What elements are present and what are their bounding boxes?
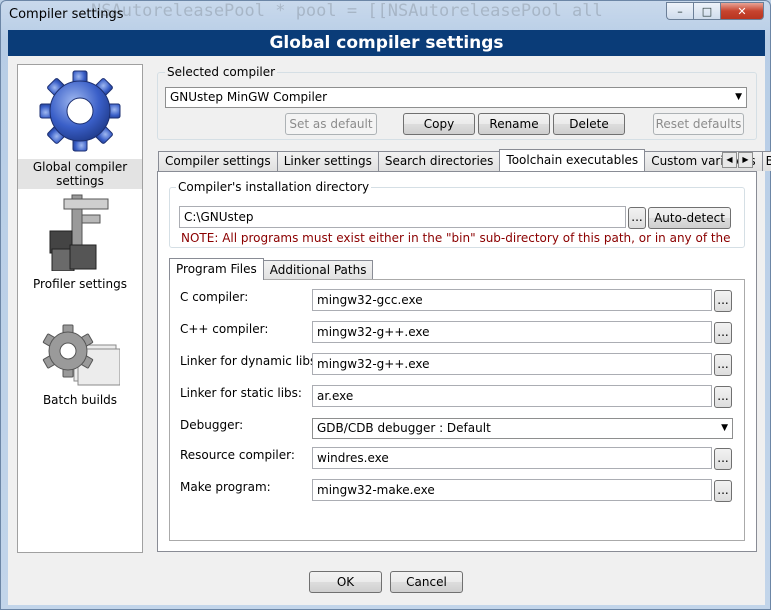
- caliper-icon: [49, 194, 109, 271]
- install-dir-browse-button[interactable]: ...: [628, 207, 646, 229]
- settings-tabs: Compiler settings Linker settings Search…: [158, 149, 771, 171]
- delete-button[interactable]: Delete: [553, 113, 625, 135]
- copy-button[interactable]: Copy: [403, 113, 475, 135]
- make-program-label: Make program:: [180, 480, 271, 494]
- sidebar-item-label: Global compiler settings: [18, 159, 142, 189]
- set-as-default-button[interactable]: Set as default: [285, 113, 377, 135]
- gear-icon: [39, 70, 121, 152]
- caption-buttons: – □ ✕: [666, 2, 764, 20]
- reset-defaults-button[interactable]: Reset defaults: [653, 113, 744, 135]
- make-program-browse-button[interactable]: ...: [714, 480, 732, 502]
- dynamic-linker-browse-button[interactable]: ...: [714, 354, 732, 376]
- compiler-settings-window: NSAutoreleasePool * pool = [[NSAutorelea…: [0, 0, 771, 610]
- static-linker-browse-button[interactable]: ...: [714, 386, 732, 408]
- compiler-select-value: GNUstep MinGW Compiler: [170, 90, 328, 104]
- auto-detect-button[interactable]: Auto-detect: [648, 207, 731, 229]
- c-compiler-input[interactable]: mingw32-gcc.exe: [312, 289, 712, 311]
- ok-button[interactable]: OK: [309, 571, 382, 593]
- tab-program-files[interactable]: Program Files: [169, 258, 264, 280]
- resource-compiler-browse-button[interactable]: ...: [714, 448, 732, 470]
- cpp-compiler-input[interactable]: mingw32-g++.exe: [312, 321, 712, 343]
- resource-compiler-label: Resource compiler:: [180, 448, 295, 462]
- title-bar[interactable]: NSAutoreleasePool * pool = [[NSAutorelea…: [1, 1, 770, 30]
- static-linker-input[interactable]: ar.exe: [312, 385, 712, 407]
- rename-button[interactable]: Rename: [478, 113, 550, 135]
- banner-title: Global compiler settings: [8, 30, 765, 56]
- sidebar-item-label: Batch builds: [42, 393, 118, 407]
- maximize-button[interactable]: □: [693, 2, 720, 20]
- background-code-text: NSAutoreleasePool * pool = [[NSAutorelea…: [91, 1, 603, 21]
- make-program-input[interactable]: mingw32-make.exe: [312, 479, 712, 501]
- batch-gear-icon: [42, 324, 120, 386]
- dynamic-linker-label: Linker for dynamic libs:: [180, 354, 321, 368]
- dynamic-linker-input[interactable]: mingw32-g++.exe: [312, 353, 712, 375]
- debugger-label: Debugger:: [180, 418, 244, 432]
- compiler-select[interactable]: GNUstep MinGW Compiler ▼: [165, 87, 747, 108]
- install-dir-input[interactable]: C:\GNUstep: [179, 206, 626, 228]
- toolchain-panel: Compiler's installation directory C:\GNU…: [157, 171, 757, 552]
- chevron-down-icon: ▼: [721, 423, 728, 433]
- tab-scroll-right-button[interactable]: ▶: [738, 152, 753, 168]
- static-linker-label: Linker for static libs:: [180, 386, 302, 400]
- chevron-down-icon: ▼: [735, 92, 742, 102]
- dialog-client: Global compiler settings Global compiler…: [8, 30, 771, 605]
- minimize-button[interactable]: –: [666, 2, 693, 20]
- tab-additional-paths[interactable]: Additional Paths: [262, 260, 374, 280]
- debugger-select-value: GDB/CDB debugger : Default: [317, 421, 491, 435]
- sidebar-item-label: Profiler settings: [33, 277, 127, 291]
- tab-toolchain-executables[interactable]: Toolchain executables: [499, 149, 646, 171]
- tab-scroll-left-button[interactable]: ◀: [722, 152, 737, 168]
- cpp-compiler-browse-button[interactable]: ...: [714, 322, 732, 344]
- sidebar-item-profiler[interactable]: Profiler settings: [18, 191, 142, 291]
- debugger-select[interactable]: GDB/CDB debugger : Default ▼: [312, 418, 733, 439]
- tab-search-directories[interactable]: Search directories: [377, 151, 501, 171]
- sidebar-item-global-compiler[interactable]: Global compiler settings: [18, 69, 142, 189]
- cpp-compiler-label: C++ compiler:: [180, 322, 269, 336]
- install-dir-note: NOTE: All programs must exist either in …: [181, 231, 731, 245]
- c-compiler-browse-button[interactable]: ...: [714, 290, 732, 312]
- program-subtabs: Program Files Additional Paths: [169, 258, 374, 280]
- program-files-panel: C compiler: mingw32-gcc.exe ... C++ comp…: [169, 279, 745, 541]
- tab-linker-settings[interactable]: Linker settings: [276, 151, 379, 171]
- c-compiler-label: C compiler:: [180, 290, 249, 304]
- sidebar-item-batch-builds[interactable]: Batch builds: [18, 323, 142, 407]
- sidebar: Global compiler settings Profiler settin…: [17, 64, 143, 553]
- close-button[interactable]: ✕: [720, 2, 764, 20]
- tab-compiler-settings[interactable]: Compiler settings: [158, 151, 278, 171]
- tab-build-options[interactable]: Bui: [761, 151, 771, 171]
- resource-compiler-input[interactable]: windres.exe: [312, 447, 712, 469]
- selected-compiler-label: Selected compiler: [165, 65, 278, 79]
- window-title: Compiler settings: [9, 7, 124, 22]
- install-dir-label: Compiler's installation directory: [176, 180, 372, 194]
- cancel-button[interactable]: Cancel: [390, 571, 463, 593]
